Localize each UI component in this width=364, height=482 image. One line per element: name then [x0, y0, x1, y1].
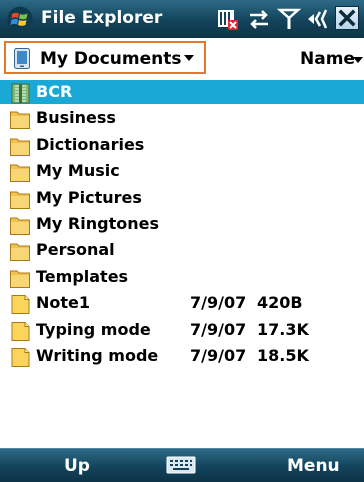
file-size: 17.3K — [257, 319, 309, 339]
close-icon — [338, 9, 356, 27]
keyboard-icon[interactable] — [166, 455, 196, 475]
file-size: 18.5K — [257, 346, 309, 365]
folder-icon — [10, 164, 30, 183]
file-name: Personal — [36, 240, 115, 260]
folder-picker-dropdown[interactable]: My Documents — [4, 41, 206, 74]
app-title: File Explorer — [41, 8, 163, 28]
file-name: My Ringtones — [36, 214, 159, 233]
file-name: Business — [36, 108, 116, 128]
file-explorer-screen: File Explorer My Documents Name BCR Busi… — [0, 0, 364, 482]
file-list-item[interactable]: My Music — [0, 159, 364, 183]
file-date: 7/9/07 — [190, 319, 247, 339]
file-list-item[interactable]: Dictionaries — [0, 133, 364, 157]
file-name: BCR — [36, 82, 73, 101]
header-row: My Documents Name — [0, 38, 364, 81]
file-list-item[interactable]: Personal — [0, 238, 364, 262]
title-bar: File Explorer — [0, 0, 364, 38]
note-file-icon — [11, 348, 30, 367]
file-name: Typing mode — [36, 319, 151, 339]
file-name: My Pictures — [36, 187, 142, 207]
file-name: Dictionaries — [36, 134, 145, 154]
volume-icon[interactable] — [304, 6, 330, 32]
folder-icon — [10, 138, 30, 156]
folder-icon — [10, 243, 30, 262]
file-name: My Music — [36, 161, 120, 181]
menu-softkey[interactable]: Menu — [287, 456, 340, 476]
file-list-item[interactable]: Writing mode 7/9/07 18.5K — [0, 344, 364, 368]
device-storage-icon — [14, 48, 30, 69]
file-name: Note1 — [36, 293, 91, 313]
file-list-item[interactable]: My Pictures — [0, 186, 364, 210]
file-date: 7/9/07 — [190, 346, 247, 365]
file-date: 7/9/07 — [190, 293, 247, 313]
zip-archive-icon — [11, 83, 30, 104]
folder-icon — [10, 217, 30, 235]
note-file-icon — [11, 321, 30, 341]
folder-icon — [10, 191, 30, 209]
windows-flag-icon[interactable] — [7, 6, 33, 32]
file-size: 420B — [257, 293, 303, 313]
folder-icon — [10, 270, 30, 288]
file-list-item[interactable]: Typing mode 7/9/07 17.3K — [0, 318, 364, 342]
chevron-down-icon — [184, 55, 194, 61]
file-name: Writing mode — [36, 346, 159, 365]
folder-icon — [10, 111, 30, 130]
softkey-bar: Up Menu — [0, 448, 364, 482]
file-list-item[interactable]: Templates — [0, 265, 364, 289]
connectivity-icon[interactable] — [246, 6, 272, 32]
signal-strength-icon[interactable] — [276, 6, 302, 32]
sort-by-dropdown[interactable]: Name — [300, 49, 355, 69]
sort-chevron-down-icon — [353, 57, 363, 63]
file-list-item[interactable]: BCR — [0, 80, 364, 104]
close-button[interactable] — [335, 6, 359, 30]
file-list-item[interactable]: Note1 7/9/07 420B — [0, 291, 364, 315]
current-folder-label: My Documents — [40, 49, 182, 69]
file-name: Templates — [36, 266, 129, 286]
file-list-item[interactable]: My Ringtones — [0, 212, 364, 236]
file-list-item[interactable]: Business — [0, 106, 364, 130]
up-softkey[interactable]: Up — [64, 456, 90, 476]
no-sim-icon[interactable] — [214, 6, 240, 32]
note-file-icon — [11, 295, 30, 315]
file-list: BCR Business Dictionaries My Music My Pictur… — [0, 80, 364, 380]
